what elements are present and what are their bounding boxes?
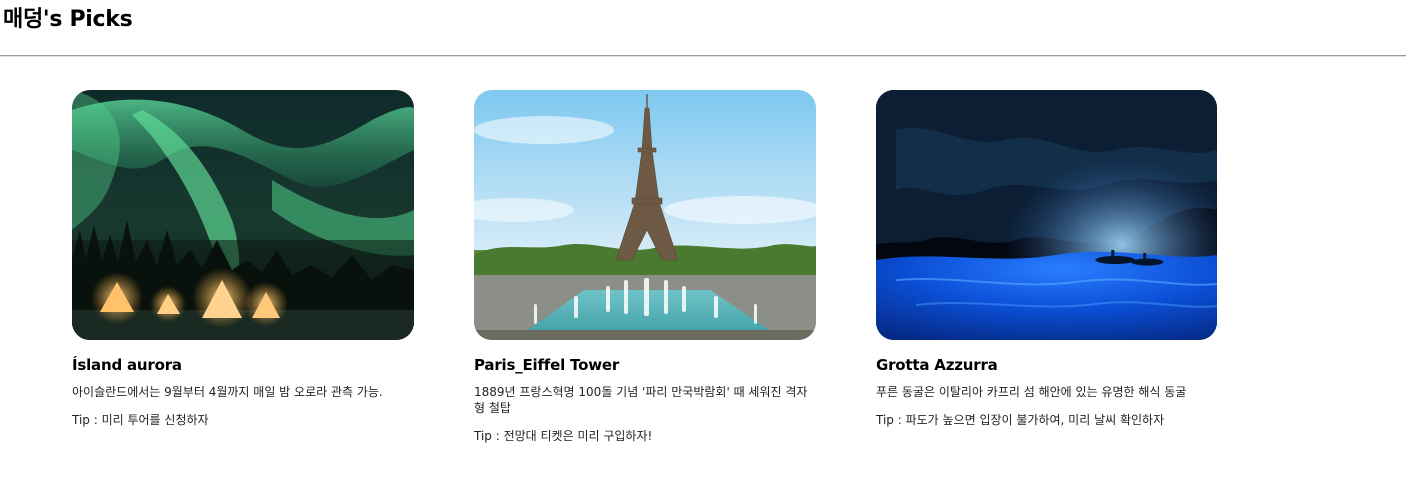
- aurora-photo[interactable]: [72, 90, 414, 340]
- card-tip: Tip : 미리 투어를 신청하자: [72, 413, 209, 427]
- header-divider: [0, 55, 1406, 57]
- card-tip: Tip : 전망대 티켓은 미리 구입하자!: [474, 429, 653, 443]
- page-title: 매덩's Picks: [3, 7, 133, 32]
- aurora-image: [72, 90, 414, 340]
- eiffel-photo[interactable]: [474, 90, 816, 340]
- grotta-image: [876, 90, 1217, 340]
- card-title[interactable]: Ísland aurora: [72, 355, 414, 375]
- pick-card-eiffel[interactable]: Paris_Eiffel Tower 1889년 프랑스혁명 100돌 기념 '…: [474, 90, 816, 444]
- pick-card-aurora[interactable]: Ísland aurora 아이슬란드에서는 9월부터 4월까지 매일 밤 오로…: [72, 90, 414, 428]
- card-title[interactable]: Grotta Azzurra: [876, 355, 1217, 375]
- card-title[interactable]: Paris_Eiffel Tower: [474, 355, 816, 375]
- card-description: 1889년 프랑스혁명 100돌 기념 '파리 만국박람회' 때 세워진 격자형…: [474, 385, 808, 415]
- card-description: 푸른 동굴은 이탈리아 카프리 섬 해안에 있는 유명한 해식 동굴: [876, 385, 1187, 399]
- pick-card-grotta[interactable]: Grotta Azzurra 푸른 동굴은 이탈리아 카프리 섬 해안에 있는 …: [876, 90, 1217, 428]
- grotta-photo[interactable]: [876, 90, 1217, 340]
- card-description: 아이슬란드에서는 9월부터 4월까지 매일 밤 오로라 관측 가능.: [72, 385, 383, 399]
- eiffel-image: [474, 90, 816, 340]
- card-tip: Tip : 파도가 높으면 입장이 불가하여, 미리 날씨 확인하자: [876, 413, 1165, 427]
- picks-grid: Ísland aurora 아이슬란드에서는 9월부터 4월까지 매일 밤 오로…: [72, 90, 1222, 480]
